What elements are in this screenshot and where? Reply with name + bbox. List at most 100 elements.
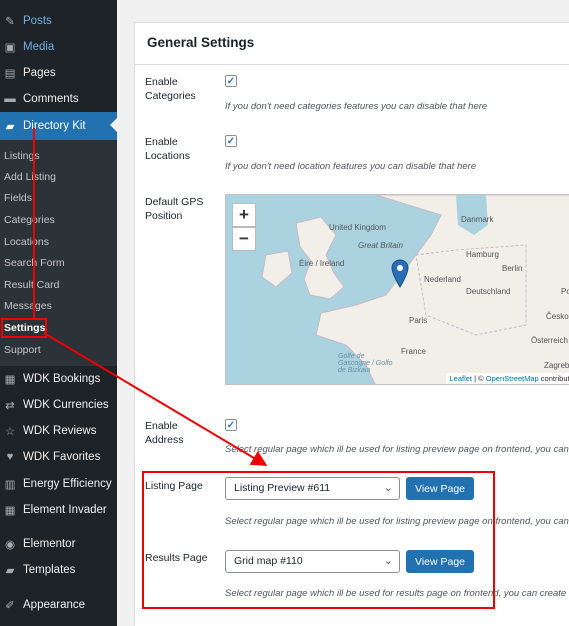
map-label: Danmark xyxy=(461,215,494,224)
map-label: Hamburg xyxy=(466,250,499,259)
menu-wdk-bookings[interactable]: ▦ WDK Bookings xyxy=(0,366,117,392)
listing-page-description: Select regular page which ill be used fo… xyxy=(225,516,569,527)
enable-locations-label: Enable Locations xyxy=(145,135,190,163)
menu-elementor-label: Elementor xyxy=(23,538,76,550)
folder-icon: ▰ xyxy=(5,565,15,577)
checkmark-icon: ✓ xyxy=(226,419,236,431)
menu-element-invader[interactable]: ▦ Element Invader xyxy=(0,497,117,523)
menu-wdk-bookings-label: WDK Bookings xyxy=(23,373,101,385)
attribution-separator: | © xyxy=(472,374,486,383)
enable-locations-checkbox[interactable]: ✓ xyxy=(225,135,237,147)
map-label: Berlin xyxy=(502,264,523,273)
directory-kit-submenu: Listings Add Listing Fields Categories L… xyxy=(0,140,117,366)
menu-energy-efficiency-label: Energy Efficiency xyxy=(23,478,112,490)
enable-locations-description: If you don't need location features you … xyxy=(225,161,477,172)
enable-address-label: Enable Address xyxy=(145,419,184,447)
gps-label-line1: Default GPS xyxy=(145,196,204,208)
menu-appearance-label: Appearance xyxy=(23,599,86,611)
listing-view-page-button[interactable]: View Page xyxy=(406,477,475,500)
map-label: Golfe de Gascogne / Golfo de Bizkaia xyxy=(338,353,393,374)
submenu-categories[interactable]: Categories xyxy=(4,214,55,226)
folder-icon: ▰ xyxy=(5,121,15,133)
enable-categories-description: If you don't need categories features yo… xyxy=(225,101,488,112)
menu-pages-label: Pages xyxy=(23,67,56,79)
listing-page-select-value: Listing Preview #611 xyxy=(234,482,331,494)
zoom-in-button[interactable]: + xyxy=(232,203,256,227)
results-page-description: Select regular page which ill be used fo… xyxy=(225,588,567,599)
submenu-settings[interactable]: Settings xyxy=(4,322,45,334)
enable-locations-label-line1: Enable xyxy=(145,136,178,148)
gps-map[interactable]: United Kingdom Great Britain Éire / Irel… xyxy=(225,194,569,385)
menu-wdk-favorites[interactable]: ♥ WDK Favorites xyxy=(0,444,117,470)
map-label: United Kingdom xyxy=(329,223,386,232)
bars-icon: ▥ xyxy=(4,479,16,491)
menu-comments[interactable]: ▬ Comments xyxy=(0,86,117,112)
attribution-tail: contributors xyxy=(540,374,569,383)
currency-icon: ⇄ xyxy=(5,400,15,412)
enable-categories-label: Enable Categories xyxy=(145,75,196,103)
submenu-fields[interactable]: Fields xyxy=(4,192,32,204)
listing-page-label: Listing Page xyxy=(145,480,203,492)
menu-wdk-favorites-label: WDK Favorites xyxy=(23,451,101,463)
menu-media-label: Media xyxy=(23,41,55,53)
map-label: Österreich xyxy=(531,336,568,345)
enable-categories-label-line2: Categories xyxy=(145,90,196,102)
chevron-down-icon: ⌄ xyxy=(383,482,393,494)
openstreetmap-link[interactable]: OpenStreetMap xyxy=(486,374,539,383)
submenu-support[interactable]: Support xyxy=(4,344,41,356)
submenu-result-card[interactable]: Result Card xyxy=(4,279,59,291)
menu-wdk-reviews-label: WDK Reviews xyxy=(23,425,97,437)
results-page-select[interactable]: Grid map #110 ⌄ xyxy=(225,550,400,573)
menu-wdk-reviews[interactable]: ☆ WDK Reviews xyxy=(0,418,117,444)
menu-pages[interactable]: ▤ Pages xyxy=(0,60,117,86)
menu-directory-kit-label: Directory Kit xyxy=(23,120,86,132)
menu-energy-efficiency[interactable]: ▥ Energy Efficiency xyxy=(0,471,117,497)
general-settings-panel: General Settings Enable Categories ✓ If … xyxy=(134,22,569,626)
listing-page-select[interactable]: Listing Preview #611 ⌄ xyxy=(225,477,400,500)
map-attribution: Leaflet | © OpenStreetMap contributors xyxy=(445,373,569,384)
submenu-messages[interactable]: Messages xyxy=(4,300,52,312)
gps-position-label: Default GPS Position xyxy=(145,195,203,223)
enable-address-checkbox[interactable]: ✓ xyxy=(225,419,237,431)
menu-comments-label: Comments xyxy=(23,93,79,105)
submenu-search-form[interactable]: Search Form xyxy=(4,257,65,269)
results-view-page-button[interactable]: View Page xyxy=(406,550,475,573)
calendar-icon: ▦ xyxy=(4,374,16,386)
star-icon: ☆ xyxy=(4,426,16,438)
menu-posts-label: Posts xyxy=(23,15,52,27)
leaflet-link[interactable]: Leaflet xyxy=(450,374,473,383)
checkmark-icon: ✓ xyxy=(226,135,236,147)
heart-icon: ♥ xyxy=(6,451,14,463)
enable-categories-checkbox[interactable]: ✓ xyxy=(225,75,237,87)
submenu-listings[interactable]: Listings xyxy=(4,150,40,162)
zoom-out-button[interactable]: − xyxy=(232,227,256,251)
menu-directory-kit[interactable]: ▰ Directory Kit xyxy=(0,112,117,140)
menu-element-invader-label: Element Invader xyxy=(23,504,107,516)
map-label: Great Britain xyxy=(358,241,403,250)
menu-templates[interactable]: ▰ Templates xyxy=(0,557,117,583)
media-icon: ▣ xyxy=(4,42,16,54)
menu-posts[interactable]: ✎ Posts xyxy=(0,8,117,34)
map-label: Deutschland xyxy=(466,287,511,296)
pin-icon: ✎ xyxy=(5,16,15,28)
submenu-add-listing[interactable]: Add Listing xyxy=(4,171,56,183)
enable-address-label-line2: Address xyxy=(145,434,184,446)
map-label: Éire / Ireland xyxy=(299,259,345,268)
map-label: Paris xyxy=(409,316,428,325)
map-label: Nederland xyxy=(424,275,461,284)
menu-wdk-currencies-label: WDK Currencies xyxy=(23,399,109,411)
map-marker-icon[interactable] xyxy=(391,259,409,289)
chevron-down-icon: ⌄ xyxy=(383,555,393,567)
results-page-select-value: Grid map #110 xyxy=(234,555,303,567)
map-label: Česko xyxy=(546,312,569,321)
checkmark-icon: ✓ xyxy=(226,75,236,87)
map-label: Zagreb xyxy=(544,361,569,370)
submenu-locations[interactable]: Locations xyxy=(4,236,49,248)
map-label: France xyxy=(401,347,426,356)
menu-elementor[interactable]: ◉ Elementor xyxy=(0,531,117,557)
gps-label-line2: Position xyxy=(145,210,183,222)
menu-appearance[interactable]: ✐ Appearance xyxy=(0,592,117,618)
grid-icon: ▦ xyxy=(4,505,16,517)
menu-media[interactable]: ▣ Media xyxy=(0,34,117,60)
menu-wdk-currencies[interactable]: ⇄ WDK Currencies xyxy=(0,392,117,418)
